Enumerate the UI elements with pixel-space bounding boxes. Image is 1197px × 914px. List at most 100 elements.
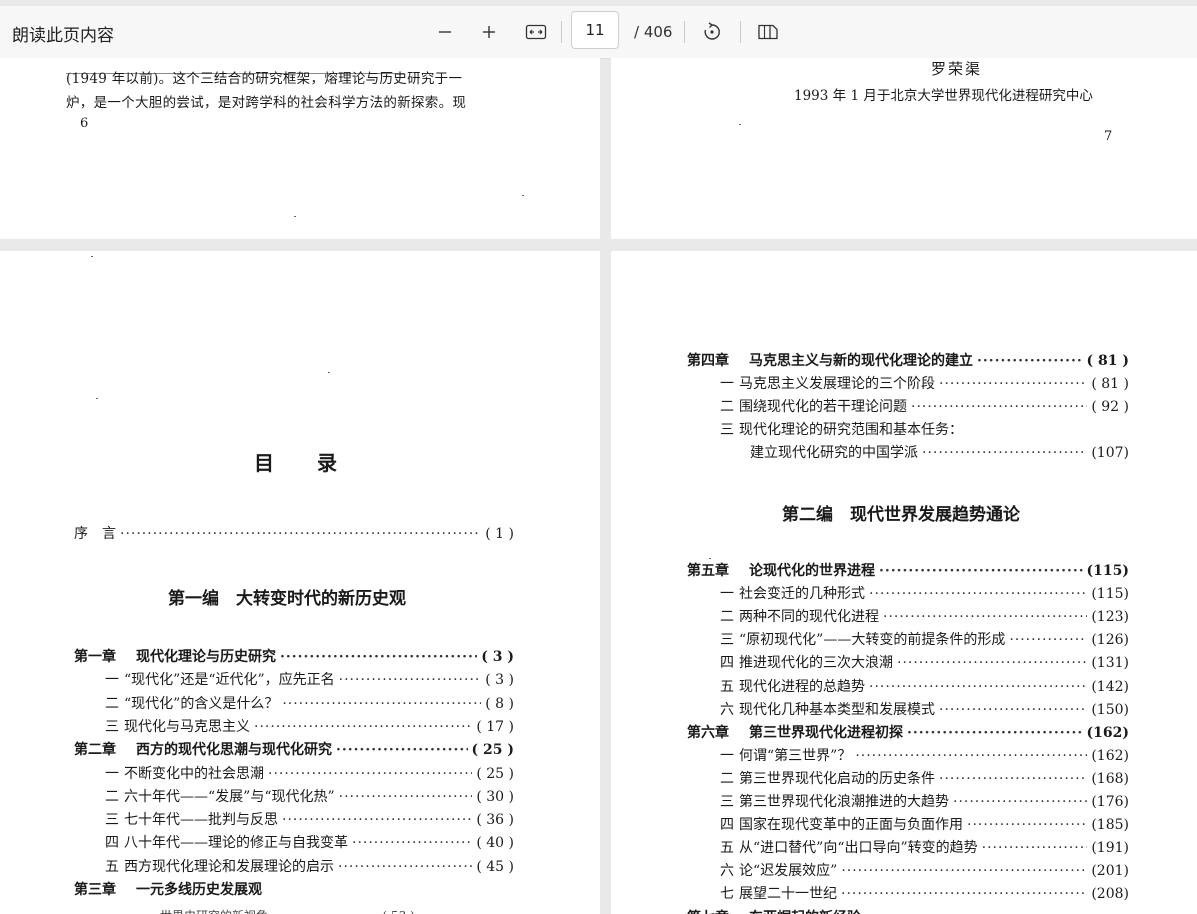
toc-entry-section[interactable]: 五从“进口替代”向“出口导向”转变的趋势 ····················… <box>715 837 1129 857</box>
toc-entry-chapter[interactable]: 第六章 第三世界现代化进程初探 ··························… <box>687 722 1129 742</box>
toc-entry-section[interactable]: 六论“迟发展效应” ·······························… <box>715 860 1129 880</box>
leader-dots: ········································… <box>855 747 1087 764</box>
toc-entry-number: 四 <box>720 655 734 672</box>
toc-entry-number: 第七章 <box>687 907 749 914</box>
toc-entry-section[interactable]: 一 “现代化”还是“近代化”，应先正名 ······················… <box>100 669 514 689</box>
toc-entry-section[interactable]: 四国家在现代变革中的正面与负面作用·······················… <box>715 814 1129 834</box>
toc-entry-number: 第五章 <box>687 563 729 579</box>
toc-page-number: ( 25 ) <box>471 742 514 759</box>
toc-entry-number: 三 <box>720 632 734 649</box>
toc-page-number: ( 81 ) <box>1091 376 1129 392</box>
toc-entry-chapter[interactable]: 第五章 论现代化的世界进程 ····························… <box>687 560 1129 580</box>
pdf-toolbar: 朗读此页内容 / 406 <box>0 6 1197 59</box>
toc-page-number: ( 8 ) <box>485 695 514 712</box>
two-page-view-button[interactable] <box>754 18 782 46</box>
toc-entry-title: “现代化”还是“近代化”，应先正名 <box>124 672 335 689</box>
toc-entry-section[interactable]: 二 “现代化”的含义是什么？ ···························… <box>100 693 514 713</box>
toc-entry-section[interactable]: 一马克思主义发展理论的三个阶段 ·························… <box>715 373 1129 393</box>
toc-entry-title: 推进现代化的三次大浪潮 <box>739 655 893 672</box>
toc-entry-section[interactable]: 一不断变化中的社会思潮 ·····························… <box>100 763 514 783</box>
toc-page-number: (176) <box>1091 794 1129 810</box>
toc-page-number: ( 92 ) <box>1091 399 1129 415</box>
toc-entry-section[interactable]: 三第三世界现代化浪潮推进的大趋势 ························… <box>715 791 1129 811</box>
toc-entry-title: 东亚崛起的新经验 <box>749 907 861 914</box>
leader-dots: ········································… <box>841 886 1087 903</box>
leader-dots: ········································… <box>939 376 1087 392</box>
zoom-out-button[interactable] <box>431 18 459 46</box>
toc-entry-title: 社会变迁的几种形式 <box>739 586 865 603</box>
toc-entry-number: 一 <box>105 765 119 782</box>
toc-entry-title: 展望二十一世纪 <box>739 886 837 903</box>
leader-dots: ········································… <box>352 835 472 852</box>
toc-page-number: (126) <box>1091 632 1129 649</box>
toc-entry-number: 三 <box>720 422 734 438</box>
toc-entry-title: 六十年代——“发展”与“现代化热” <box>124 788 335 805</box>
pdf-page-toc-2: 第四章马克思主义与新的现代化理论的建立·····················… <box>611 251 1197 914</box>
leader-dots: ········································… <box>939 701 1087 718</box>
toc-entry-section[interactable]: 三 “原初现代化”——大转变的前提条件的形成···················… <box>715 629 1129 649</box>
read-aloud-button[interactable]: 朗读此页内容 <box>12 21 114 46</box>
toc-entry-preface[interactable]: 序 言 ····································… <box>74 523 514 543</box>
fit-width-icon <box>525 24 547 40</box>
toc-entry-section[interactable]: 一何谓“第三世界”？ ······························… <box>715 745 1129 765</box>
toc-page-number: (150) <box>1091 701 1129 718</box>
toc-entry-section[interactable]: 三现代化理论的研究范围和基本任务： <box>715 419 1129 439</box>
leader-dots: ········································… <box>282 812 473 829</box>
toc-entry-title: 现代化理论的研究范围和基本任务： <box>739 422 963 438</box>
toc-entry-chapter[interactable]: 第三章 一元多线历史发展观 <box>74 879 514 899</box>
toc-entry-number: 一 <box>720 747 734 764</box>
zoom-in-button[interactable] <box>475 18 503 46</box>
leader-dots: ········································… <box>268 765 473 782</box>
fit-width-button[interactable] <box>522 18 550 46</box>
toc-entry-title: 现代化与马克思主义 <box>124 718 250 735</box>
toc-entry-number: 三 <box>720 794 734 810</box>
toc-entry-chapter[interactable]: 第二章 西方的现代化思潮与现代化研究·······················… <box>74 739 514 759</box>
toc-entry-section[interactable]: 三七十年代——批判与反思 ····························… <box>100 809 514 829</box>
toc-entry-section[interactable]: 一社会变迁的几种形式 ······························… <box>715 583 1129 603</box>
toc-page-number: (162) <box>1086 724 1129 741</box>
toc-entry-section[interactable]: 二两种不同的现代化进程 ·····························… <box>715 606 1129 626</box>
toc-page-number: ( 81 ) <box>1086 353 1129 369</box>
toc-entry-section[interactable]: 三现代化与马克思主义 ······························… <box>100 716 514 736</box>
leader-dots: ········································… <box>879 563 1083 579</box>
body-text-line: (1949 年以前)。这个三结合的研究框架，熔理论与历史研究于一 <box>66 71 463 87</box>
toc-entry-section[interactable]: 二围绕现代化的若干理论问题 ···························… <box>715 396 1129 416</box>
toc-entry-section[interactable]: 四八十年代——理论的修正与自我变革·······················… <box>100 832 514 852</box>
toc-entry-section[interactable]: 七展望二十一世纪 ································… <box>715 883 1129 903</box>
toc-entry-section[interactable]: 建立现代化研究的中国学派 ····························… <box>715 442 1129 462</box>
toc-heading: 目 录 <box>254 451 338 475</box>
plus-icon <box>483 26 495 38</box>
leader-dots: ········································… <box>336 742 468 759</box>
rotate-button[interactable] <box>698 18 726 46</box>
toc-entry-chapter[interactable]: 第四章 马克思主义与新的现代化理论的建立·····················… <box>687 350 1129 370</box>
toolbar-divider <box>561 21 562 43</box>
toc-entry-number: 二 <box>720 770 734 787</box>
toc-entry-section[interactable]: 二第三世界现代化启动的历史条件 ·························… <box>715 768 1129 788</box>
toc-entry-title: 现代化理论与历史研究 <box>136 649 276 665</box>
toc-entry-title: 现代化进程的总趋势 <box>739 678 865 695</box>
toc-page-number: (142) <box>1091 678 1129 695</box>
page-number-input[interactable] <box>571 11 619 49</box>
toc-entry-section[interactable]: 四推进现代化的三次大浪潮 ····························… <box>715 652 1129 672</box>
page-number: 6 <box>80 116 89 131</box>
toc-entry-section[interactable]: 五西方现代化理论和发展理论的启示 ························… <box>100 856 514 876</box>
toc-entry-section[interactable]: 六现代化几种基本类型和发展模式 ·························… <box>715 699 1129 719</box>
toc-entry-chapter[interactable]: 第七章东亚崛起的新经验 <box>687 907 1129 914</box>
leader-dots: ········································… <box>953 794 1088 810</box>
toolbar-divider <box>740 21 741 43</box>
leader-dots: ········································… <box>338 788 473 805</box>
dateline: 1993 年 1 月于北京大学世界现代化进程研究中心 <box>794 88 1093 104</box>
toc-entry-number: 五 <box>720 678 734 695</box>
toc-page-number: ( 25 ) <box>476 765 514 782</box>
leader-dots: ········································… <box>120 526 481 542</box>
toc-entry-number: 第六章 <box>687 724 729 741</box>
toc-entry-title: 从“进口替代”向“出口导向”转变的趋势 <box>739 840 978 857</box>
toc-entry-number: 第三章 <box>74 882 116 898</box>
toc-entry-section[interactable]: 二六十年代——“发展”与“现代化热” ······················… <box>100 786 514 806</box>
toc-entry-number: 六 <box>720 701 734 718</box>
toc-entry-section[interactable]: 五现代化进程的总趋势 ······························… <box>715 676 1129 696</box>
toc-entry-title: 国家在现代变革中的正面与负面作用 <box>739 817 963 834</box>
toc-entry-chapter[interactable]: 第一章 现代化理论与历史研究 ···························… <box>74 646 514 666</box>
toc-page-number: ( 3 ) <box>485 672 514 689</box>
toc-page-number: ( 36 ) <box>476 812 514 829</box>
